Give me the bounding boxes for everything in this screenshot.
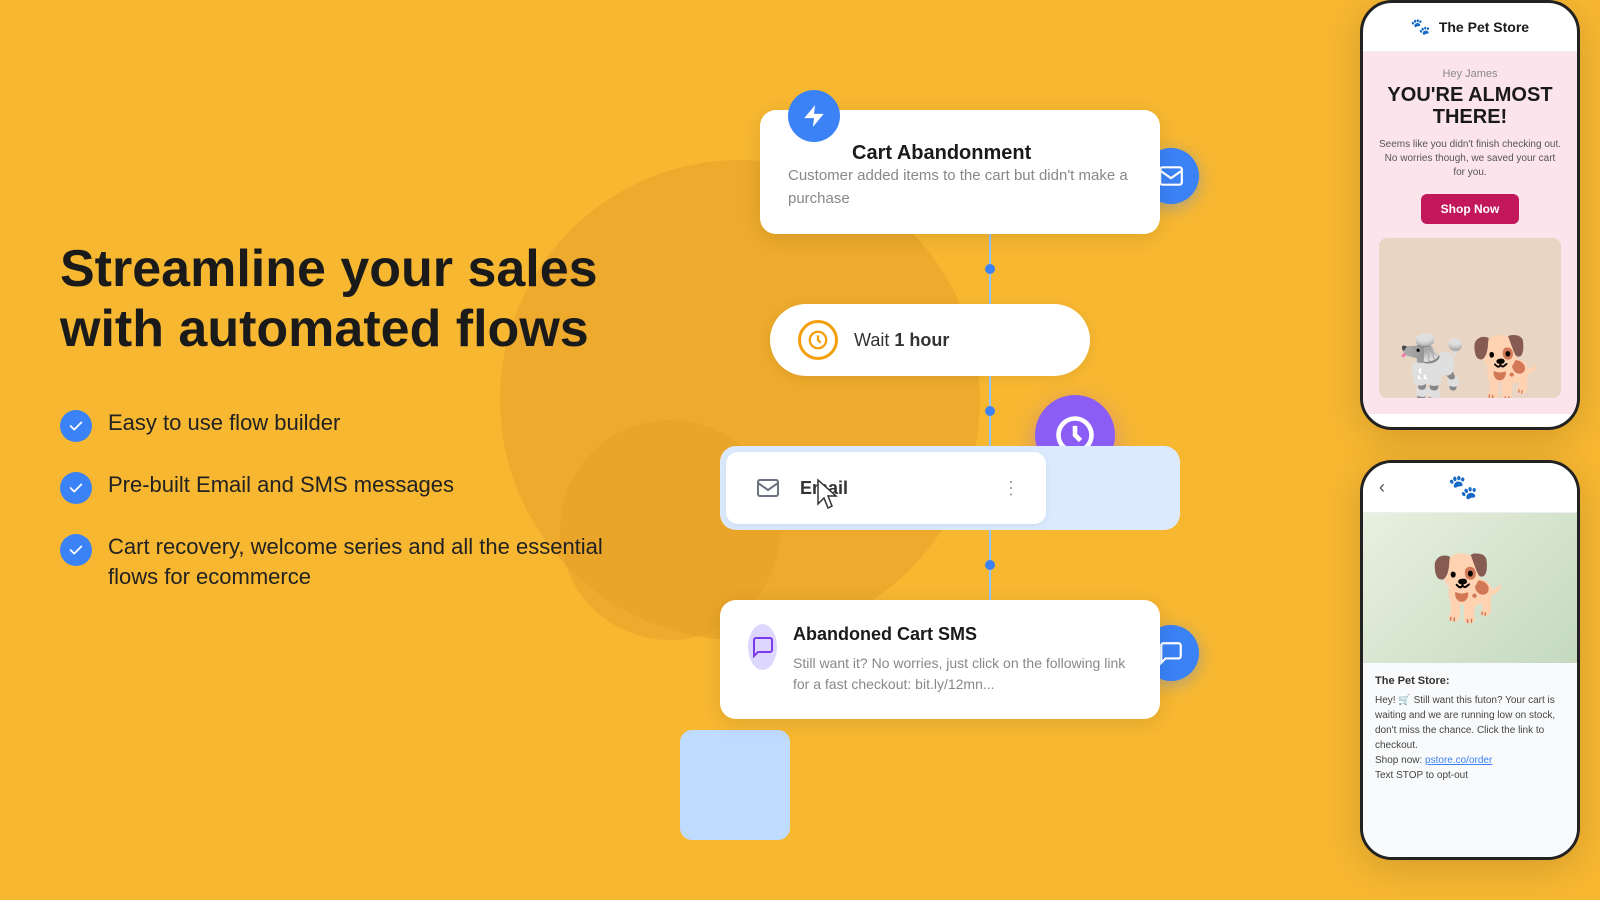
email-icon: [750, 470, 786, 506]
sms-card: Abandoned Cart SMS Still want it? No wor…: [720, 600, 1160, 719]
dogs-image: 🐩 🐕: [1379, 238, 1561, 398]
check-icon: [60, 410, 92, 442]
cart-card-desc: Customer added items to the cart but did…: [788, 165, 1132, 210]
phone-greeting: Hey James: [1379, 68, 1561, 80]
connector-1: [770, 234, 1210, 304]
clock-icon: [798, 320, 838, 360]
sms-card-title: Abandoned Cart SMS: [793, 624, 1132, 645]
wait-text: Wait 1 hour: [854, 330, 949, 351]
flow-column: Cart Abandonment Customer added items to…: [720, 110, 1210, 719]
left-section: Streamline your sales with automated flo…: [60, 240, 620, 593]
phone-top-mockup: 🐾 The Pet Store Hey James YOU'RE ALMOST …: [1360, 0, 1580, 430]
feature-item: Cart recovery, welcome series and all th…: [60, 532, 620, 594]
headline: Streamline your sales with automated flo…: [60, 240, 620, 360]
sms-icon: [748, 624, 777, 670]
sms-sender: The Pet Store:: [1375, 675, 1565, 687]
email-area: Email ⋮: [720, 446, 1180, 530]
pet-paw-icon: 🐾: [1448, 473, 1478, 502]
check-icon: [60, 534, 92, 566]
wait-card: Wait 1 hour: [770, 304, 1090, 376]
email-options-icon[interactable]: ⋮: [1002, 478, 1022, 499]
sms-card-desc: Still want it? No worries, just click on…: [793, 653, 1132, 695]
phone-bottom-bar: ‹ 🐾: [1363, 463, 1577, 513]
sms-message: Hey! 🛒 Still want this futon? Your cart …: [1375, 693, 1565, 783]
sms-link[interactable]: pstore.co/order: [1425, 755, 1492, 766]
connector-3: [770, 530, 1210, 600]
store-name-top: The Pet Store: [1439, 19, 1529, 35]
shop-now-button[interactable]: Shop Now: [1421, 194, 1520, 224]
check-icon: [60, 472, 92, 504]
dog-poodle: 🐩: [1395, 338, 1470, 398]
cursor: [810, 476, 850, 516]
lightning-icon: [788, 90, 840, 142]
dog-photo: 🐕: [1363, 513, 1577, 663]
email-card[interactable]: Email ⋮: [726, 452, 1046, 524]
cart-card-title: Cart Abandonment: [852, 142, 1132, 165]
phone-top-bar: 🐾 The Pet Store: [1363, 3, 1577, 52]
phone-description: Seems like you didn't finish checking ou…: [1379, 138, 1561, 180]
blue-square-decoration: [680, 730, 790, 840]
phone-email-content: Hey James YOU'RE ALMOST THERE! Seems lik…: [1363, 52, 1577, 414]
feature-item: Pre-built Email and SMS messages: [60, 470, 620, 504]
sms-bubble-area: The Pet Store: Hey! 🛒 Still want this fu…: [1363, 663, 1577, 860]
dog-corgi: 🐕: [1470, 338, 1545, 398]
feature-list: Easy to use flow builder Pre-built Email…: [60, 408, 620, 594]
cart-abandonment-card: Cart Abandonment Customer added items to…: [720, 110, 1160, 234]
paw-icon: 🐾: [1411, 17, 1431, 37]
connector-2: [770, 376, 1210, 446]
phone-bottom-mockup: ‹ 🐾 🐕 The Pet Store: Hey! 🛒 Still want t…: [1360, 460, 1580, 860]
back-icon[interactable]: ‹: [1379, 477, 1385, 498]
feature-item: Easy to use flow builder: [60, 408, 620, 442]
phone-headline: YOU'RE ALMOST THERE!: [1379, 84, 1561, 128]
